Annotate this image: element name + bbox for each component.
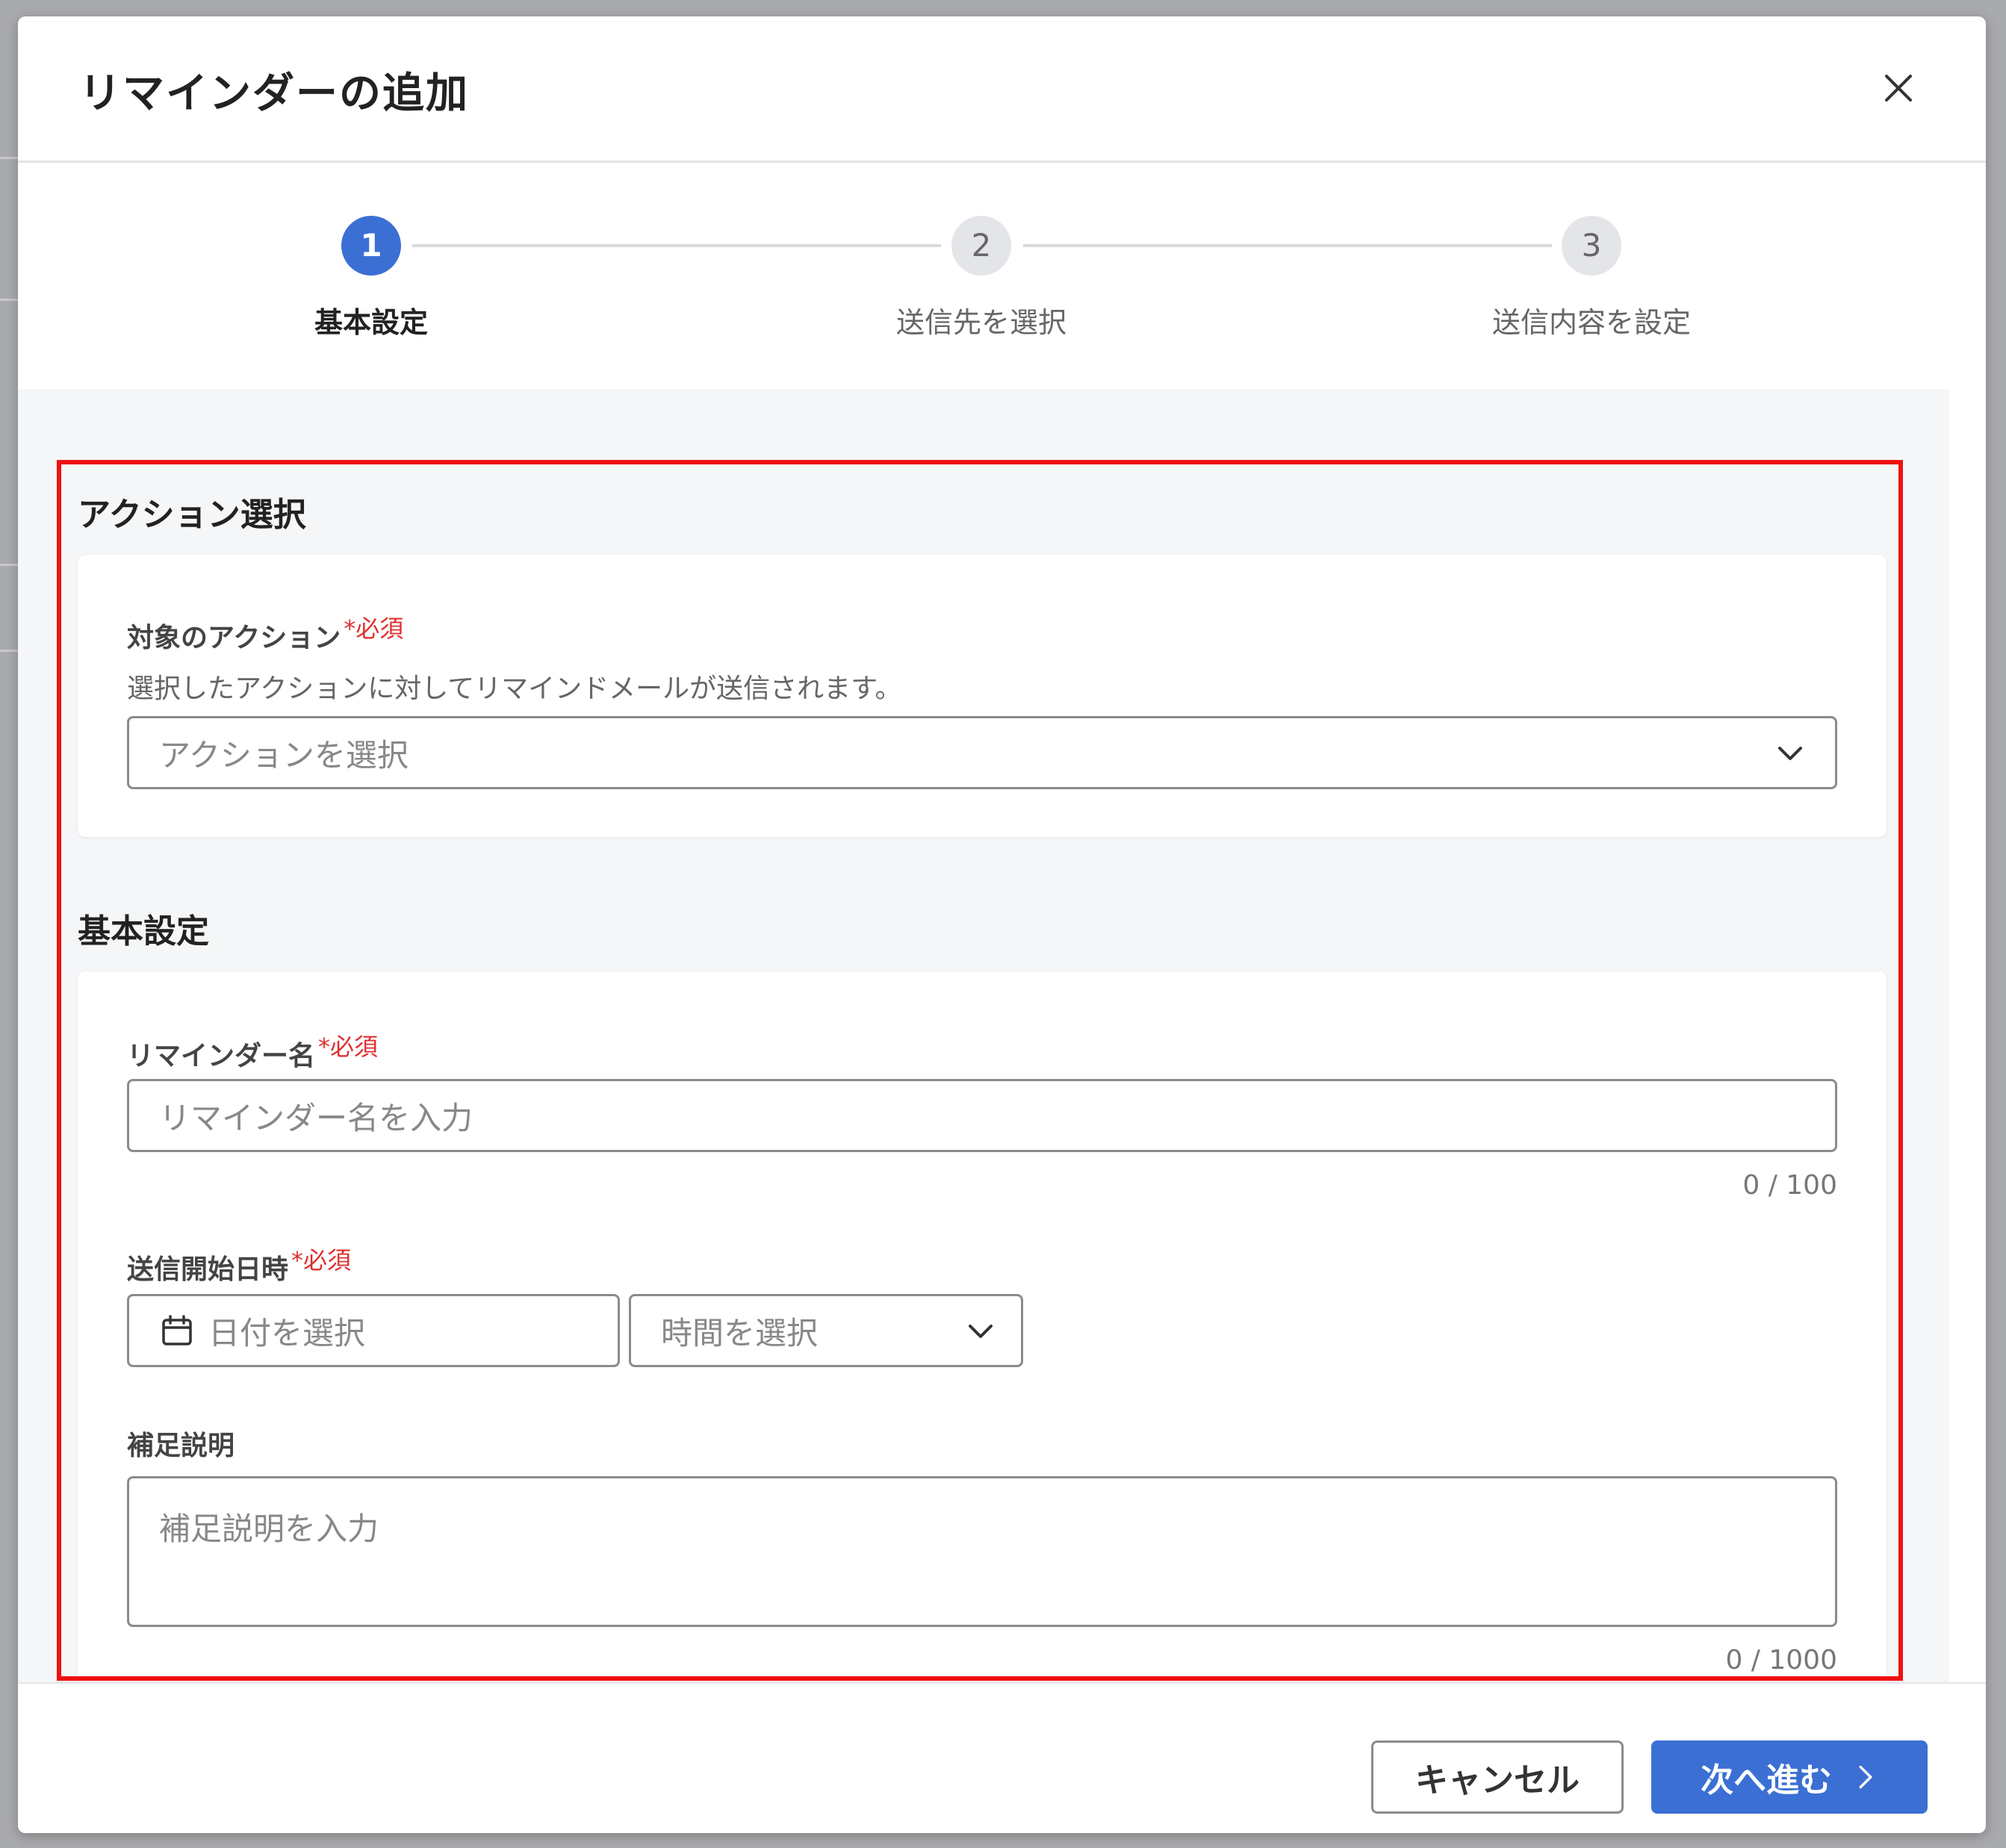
step-3: 3 送信内容を設定 — [1442, 216, 1741, 340]
background-divider — [0, 650, 18, 652]
step-1-number: 1 — [341, 216, 401, 276]
background-divider — [0, 564, 18, 566]
background-divider — [0, 299, 18, 301]
step-3-number: 3 — [1562, 216, 1621, 276]
step-2-label: 送信先を選択 — [895, 306, 1066, 339]
next-button[interactable]: 次へ進む — [1651, 1740, 1928, 1814]
dialog-footer: キャンセル 次へ進む — [18, 1682, 1986, 1833]
dialog-header: リマインダーの追加 — [18, 16, 1986, 163]
cancel-button[interactable]: キャンセル — [1371, 1740, 1624, 1814]
step-3-label: 送信内容を設定 — [1491, 306, 1691, 339]
step-1-label: 基本設定 — [314, 306, 428, 339]
step-2: 2 送信先を選択 — [832, 216, 1131, 340]
step-1: 1 基本設定 — [222, 216, 521, 340]
close-icon — [1885, 75, 1912, 102]
highlight-annotation — [57, 460, 1903, 1681]
dialog-body: 1 基本設定 2 送信先を選択 3 送信内容を設定 アクション選択 対象のアクシ… — [18, 165, 1949, 1682]
add-reminder-dialog: リマインダーの追加 1 基本設定 2 送信先を選択 3 送信内容を設定 アクショ… — [18, 16, 1986, 1833]
stepper: 1 基本設定 2 送信先を選択 3 送信内容を設定 — [18, 165, 1949, 389]
step-2-number: 2 — [951, 216, 1011, 276]
dialog-title: リマインダーの追加 — [79, 69, 469, 118]
close-button[interactable] — [1875, 64, 1922, 112]
chevron-right-icon — [1859, 1765, 1872, 1789]
background-divider — [0, 157, 18, 159]
next-button-label: 次へ進む — [1701, 1761, 1832, 1799]
